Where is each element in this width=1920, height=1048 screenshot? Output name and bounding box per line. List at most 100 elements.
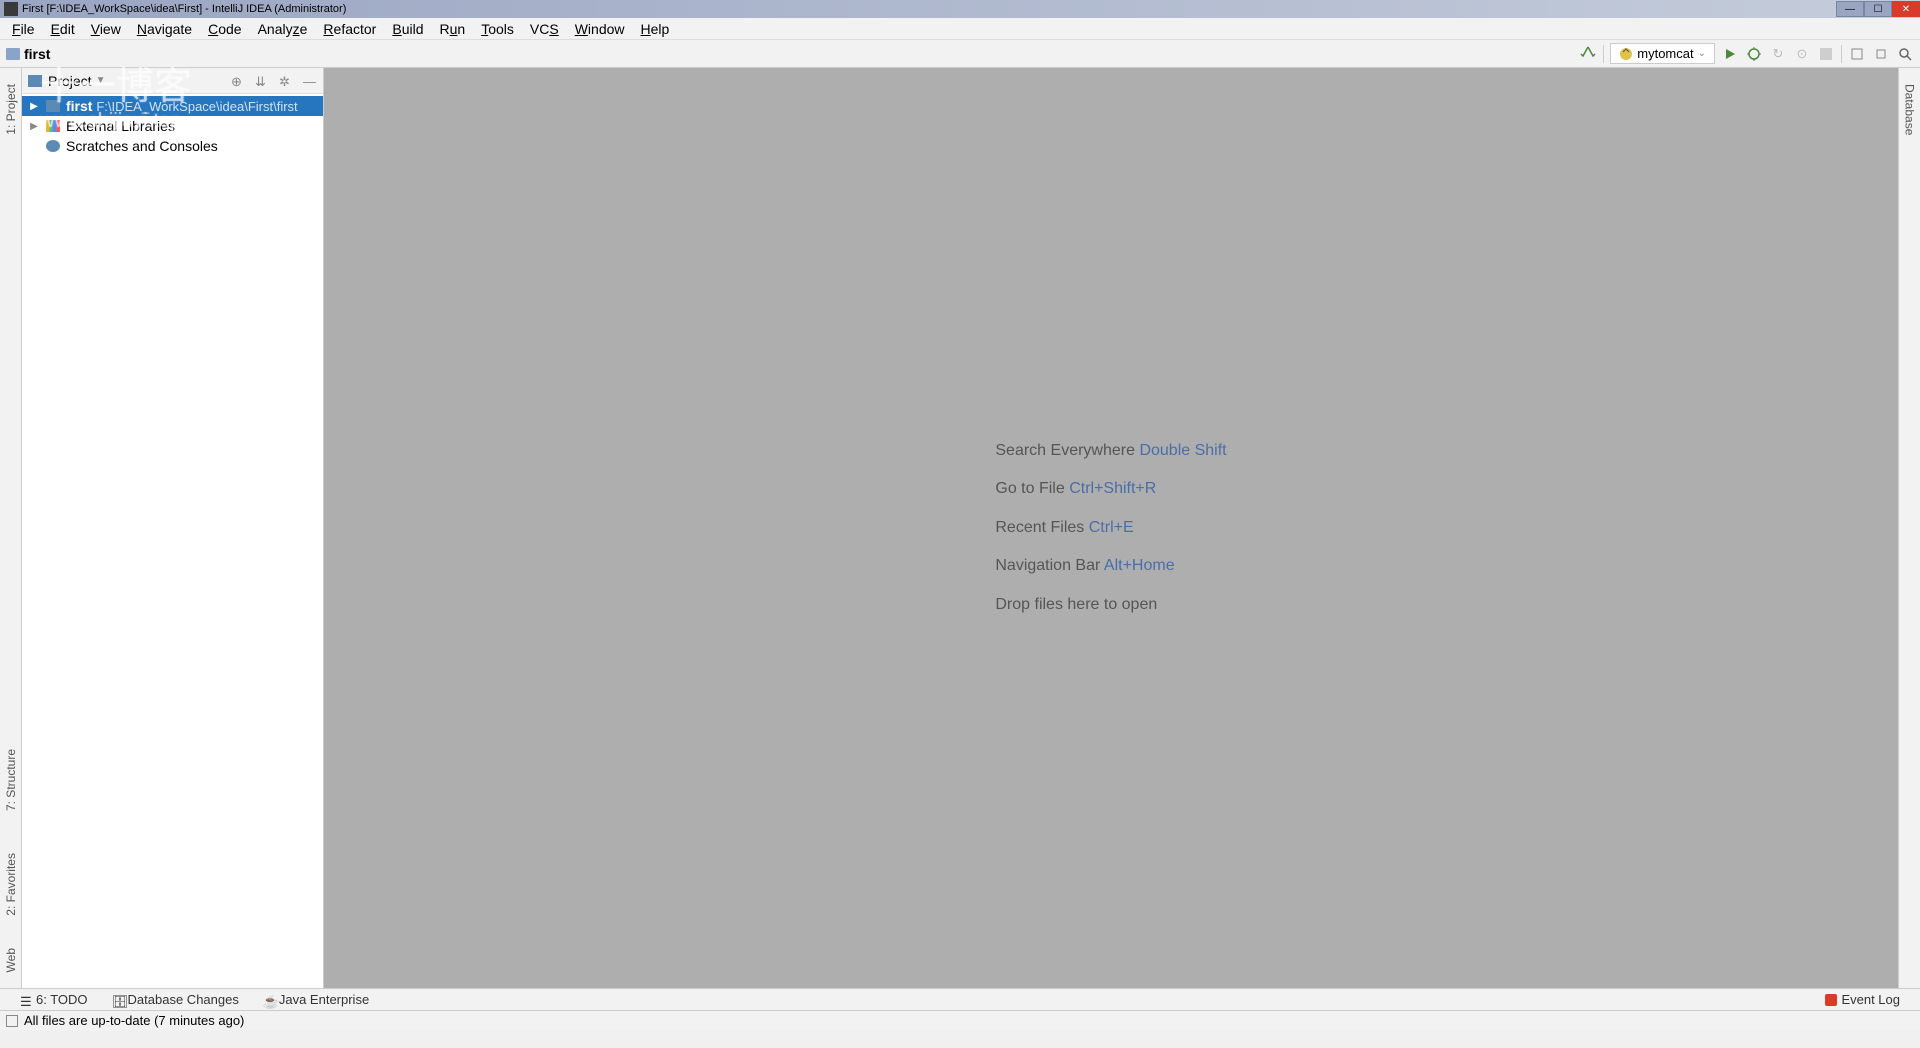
- database-icon: 🗄: [112, 994, 124, 1006]
- gutter-web[interactable]: Web: [4, 942, 18, 978]
- debug-button[interactable]: [1745, 45, 1763, 63]
- toolbar: first mytomcat ⌄ ↻ ⊙: [0, 40, 1920, 68]
- locate-icon[interactable]: ⊕: [231, 74, 245, 88]
- hint-row: Navigation Bar Alt+Home: [995, 547, 1226, 585]
- error-icon: [1825, 994, 1837, 1006]
- menu-tools[interactable]: Tools: [473, 21, 522, 37]
- hint-label: Drop files here to open: [995, 596, 1157, 613]
- hint-shortcut: Ctrl+Shift+R: [1069, 480, 1156, 497]
- hide-icon[interactable]: —: [303, 74, 317, 88]
- folder-icon: [46, 100, 60, 112]
- tab-java-enterprise[interactable]: ☕ Java Enterprise: [263, 992, 369, 1007]
- right-gutter: Database: [1898, 68, 1920, 988]
- expand-arrow-icon[interactable]: ▶: [28, 121, 40, 132]
- gutter-structure[interactable]: 7: Structure: [4, 743, 18, 817]
- tomcat-icon: [1619, 47, 1633, 61]
- hint-row: Go to File Ctrl+Shift+R: [995, 470, 1226, 508]
- menu-analyze[interactable]: Analyze: [250, 21, 316, 37]
- gear-icon[interactable]: ✲: [279, 74, 293, 88]
- hint-label: Go to File: [995, 480, 1064, 497]
- gutter-favorites[interactable]: 2: Favorites: [4, 847, 18, 922]
- tab-db-changes[interactable]: 🗄 Database Changes: [112, 992, 239, 1007]
- folder-icon: [6, 48, 20, 60]
- build-icon[interactable]: [1579, 45, 1597, 63]
- window-controls: — ☐ ✕: [1836, 1, 1920, 17]
- menu-bar: File Edit View Navigate Code Analyze Ref…: [0, 18, 1920, 40]
- tab-label: 6: TODO: [36, 992, 88, 1007]
- hint-row: Search Everywhere Double Shift: [995, 432, 1226, 470]
- libraries-icon: [46, 120, 60, 132]
- project-header: Project ▼ ⊕ ⇊ ✲ —: [22, 68, 323, 94]
- project-header-label: Project: [48, 73, 92, 89]
- status-square-icon[interactable]: [6, 1015, 18, 1027]
- run-config-label: mytomcat: [1637, 46, 1693, 61]
- chevron-down-icon[interactable]: ▼: [96, 75, 106, 86]
- status-bar: All files are up-to-date (7 minutes ago): [0, 1010, 1920, 1030]
- menu-navigate[interactable]: Navigate: [129, 21, 200, 37]
- project-tool-window: Project ▼ ⊕ ⇊ ✲ — ▶ first F:\IDEA_WorkSp…: [22, 68, 324, 988]
- close-button[interactable]: ✕: [1892, 1, 1920, 17]
- window-title: First [F:\IDEA_WorkSpace\idea\First] - I…: [22, 3, 346, 15]
- chevron-down-icon: ⌄: [1698, 48, 1706, 59]
- toolbar-divider: [1603, 45, 1604, 63]
- bottom-tool-tabs: ☰ 6: TODO 🗄 Database Changes ☕ Java Enterpr…: [0, 988, 1920, 1010]
- menu-window[interactable]: Window: [567, 21, 633, 37]
- stop-button[interactable]: [1817, 45, 1835, 63]
- tree-node-scratches[interactable]: ▶ Scratches and Consoles: [22, 136, 323, 156]
- vcs-icon[interactable]: [1848, 45, 1866, 63]
- left-gutter: 1: Project 7: Structure 2: Favorites Web: [0, 68, 22, 988]
- tree-node-label: first: [66, 98, 92, 114]
- minimize-button[interactable]: —: [1836, 1, 1864, 17]
- run-config-selector[interactable]: mytomcat ⌄: [1610, 43, 1715, 64]
- hint-row: Drop files here to open: [995, 586, 1226, 624]
- menu-refactor[interactable]: Refactor: [315, 21, 384, 37]
- menu-edit[interactable]: Edit: [43, 21, 83, 37]
- menu-vcs[interactable]: VCS: [522, 21, 567, 37]
- breadcrumb-item: first: [24, 46, 50, 62]
- menu-help[interactable]: Help: [633, 21, 678, 37]
- hint-label: Search Everywhere: [995, 442, 1135, 459]
- hint-shortcut: Alt+Home: [1104, 557, 1175, 574]
- collapse-icon[interactable]: ⇊: [255, 74, 269, 88]
- tab-label: Event Log: [1841, 992, 1900, 1007]
- run-button[interactable]: [1721, 45, 1739, 63]
- scratches-icon: [46, 140, 60, 152]
- profile-icon[interactable]: ⊙: [1793, 45, 1811, 63]
- menu-build[interactable]: Build: [384, 21, 431, 37]
- menu-file[interactable]: File: [4, 21, 43, 37]
- toolbar-divider: [1841, 45, 1842, 63]
- hint-shortcut: Double Shift: [1139, 442, 1226, 459]
- tab-todo[interactable]: ☰ 6: TODO: [20, 992, 88, 1007]
- editor-empty-state: Search Everywhere Double Shift Go to Fil…: [324, 68, 1898, 988]
- tree-node-label: External Libraries: [66, 118, 175, 134]
- todo-icon: ☰: [20, 994, 32, 1006]
- gutter-project[interactable]: 1: Project: [4, 78, 18, 141]
- hint-shortcut: Ctrl+E: [1089, 519, 1134, 536]
- tab-label: Database Changes: [128, 992, 239, 1007]
- maximize-button[interactable]: ☐: [1864, 1, 1892, 17]
- hint-label: Navigation Bar: [995, 557, 1100, 574]
- tab-event-log[interactable]: Event Log: [1825, 992, 1900, 1007]
- hint-row: Recent Files Ctrl+E: [995, 509, 1226, 547]
- app-icon: [4, 2, 18, 16]
- menu-view[interactable]: View: [83, 21, 129, 37]
- tab-label: Java Enterprise: [279, 992, 369, 1007]
- breadcrumb[interactable]: first: [6, 46, 50, 62]
- menu-code[interactable]: Code: [200, 21, 249, 37]
- tree-node-path: F:\IDEA_WorkSpace\idea\First\first: [96, 99, 297, 114]
- window-titlebar: First [F:\IDEA_WorkSpace\idea\First] - I…: [0, 0, 1920, 18]
- tree-node-root[interactable]: ▶ first F:\IDEA_WorkSpace\idea\First\fir…: [22, 96, 323, 116]
- expand-arrow-icon[interactable]: ▶: [28, 101, 40, 112]
- project-icon: [28, 75, 42, 87]
- project-tree: ▶ first F:\IDEA_WorkSpace\idea\First\fir…: [22, 94, 323, 158]
- search-icon[interactable]: [1896, 45, 1914, 63]
- hint-label: Recent Files: [995, 519, 1084, 536]
- status-text: All files are up-to-date (7 minutes ago): [24, 1013, 244, 1028]
- menu-run[interactable]: Run: [432, 21, 474, 37]
- gutter-database[interactable]: Database: [1903, 78, 1917, 141]
- coverage-icon[interactable]: ↻: [1769, 45, 1787, 63]
- tree-node-label: Scratches and Consoles: [66, 138, 218, 154]
- java-icon: ☕: [263, 994, 275, 1006]
- tree-node-external-libs[interactable]: ▶ External Libraries: [22, 116, 323, 136]
- settings-icon[interactable]: [1872, 45, 1890, 63]
